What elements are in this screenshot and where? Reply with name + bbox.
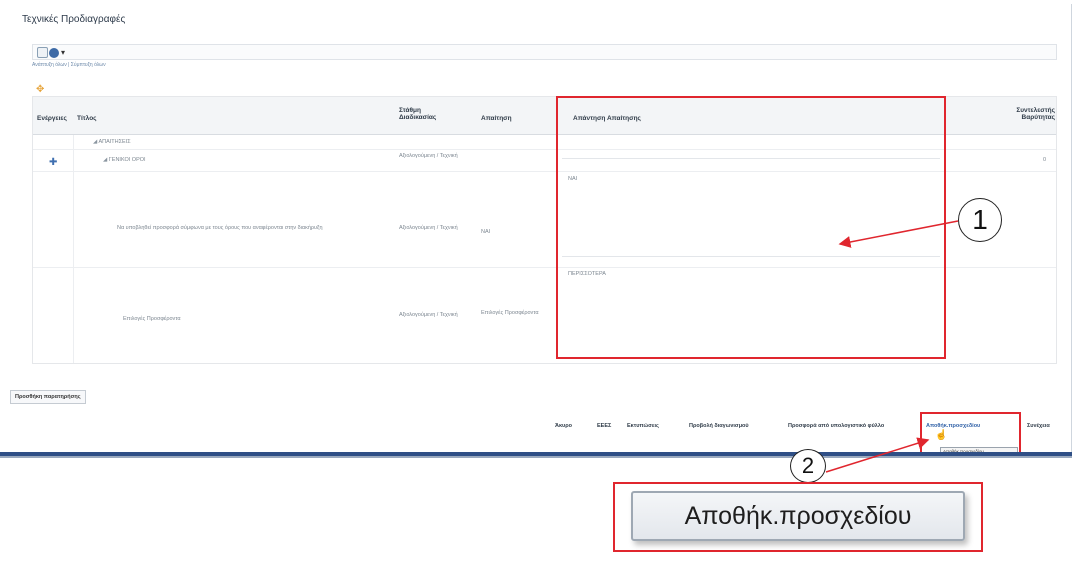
row-title: ◢ ΑΠΑΙΤΗΣΕΙΣ — [93, 139, 131, 145]
callout-one: 1 — [958, 198, 1002, 242]
zoomed-save-draft-button[interactable]: Αποθήκ.προσχεδίου — [631, 491, 965, 541]
table-toolbar: ▾ — [32, 44, 1057, 60]
callout-two: 2 — [790, 449, 826, 483]
expand-icon[interactable]: ✥ — [36, 84, 44, 95]
header-title: Τίτλος — [77, 115, 97, 122]
row-title: Επιλογές Προσφέροντα — [123, 316, 181, 322]
response-field-divider — [562, 256, 940, 257]
row-title: Να υποβληθεί προσφορά σύμφωνα με τους όρ… — [117, 225, 323, 231]
header-requirement: Απαίτηση — [481, 115, 512, 122]
header-level: Στάθμη Διαδικασίας — [399, 107, 437, 121]
add-comment-button[interactable]: Προσθήκη παρατηρήσης — [10, 390, 86, 404]
row-requirement: ΝΑΙ — [481, 229, 491, 235]
print-button[interactable]: Εκτυπώσεις — [627, 419, 659, 433]
cursor-icon: ☝ — [935, 430, 948, 441]
footer-bar-shadow — [0, 456, 1072, 458]
continue-button[interactable]: Συνέχεια — [1027, 419, 1050, 433]
column-divider — [73, 135, 74, 363]
page-title: Τεχνικές Προδιαγραφές — [22, 14, 126, 25]
row-requirement: Επιλογές Προσφέροντα — [481, 310, 539, 316]
zoomed-button-highlight: Αποθήκ.προσχεδίου — [613, 482, 983, 552]
cancel-button[interactable]: Άκυρο — [555, 419, 572, 433]
chevron-down-icon[interactable]: ▾ — [61, 48, 65, 57]
header-weight: Συντελεστής Βαρύτητας — [1016, 107, 1055, 121]
eees-button[interactable]: ΕΕΕΣ — [597, 419, 611, 433]
row-level: Αξιολογούμενη / Τεχνική — [399, 153, 458, 159]
row-weight: 0 — [1043, 157, 1047, 163]
row-level: Αξιολογούμενη / Τεχνική — [399, 225, 458, 231]
add-icon[interactable]: ✚ — [49, 157, 57, 168]
response-field-divider — [562, 158, 940, 159]
row-title: ◢ ΓΕΝΙΚΟΙ ΟΡΟΙ — [103, 157, 146, 163]
response-field-more[interactable]: ΠΕΡΙΣΣΟΤΕΡΑ — [568, 271, 606, 277]
expand-collapse-links[interactable]: Ανάπτυξη όλων | Σύμπτυξη όλων — [32, 62, 106, 68]
response-highlight: ΝΑΙ ΠΕΡΙΣΣΟΤΕΡΑ — [556, 96, 946, 359]
view-tender-button[interactable]: Προβολή διαγωνισμού — [689, 419, 749, 433]
header-action: Ενέργειες — [37, 115, 67, 122]
row-level: Αξιολογούμενη / Τεχνική — [399, 312, 458, 318]
response-field-yes[interactable]: ΝΑΙ — [568, 176, 577, 182]
gear-icon[interactable] — [49, 48, 59, 58]
view-icon[interactable] — [37, 47, 48, 58]
spreadsheet-offer-button[interactable]: Προσφορά από υπολογιστικό φύλλο — [788, 419, 884, 433]
